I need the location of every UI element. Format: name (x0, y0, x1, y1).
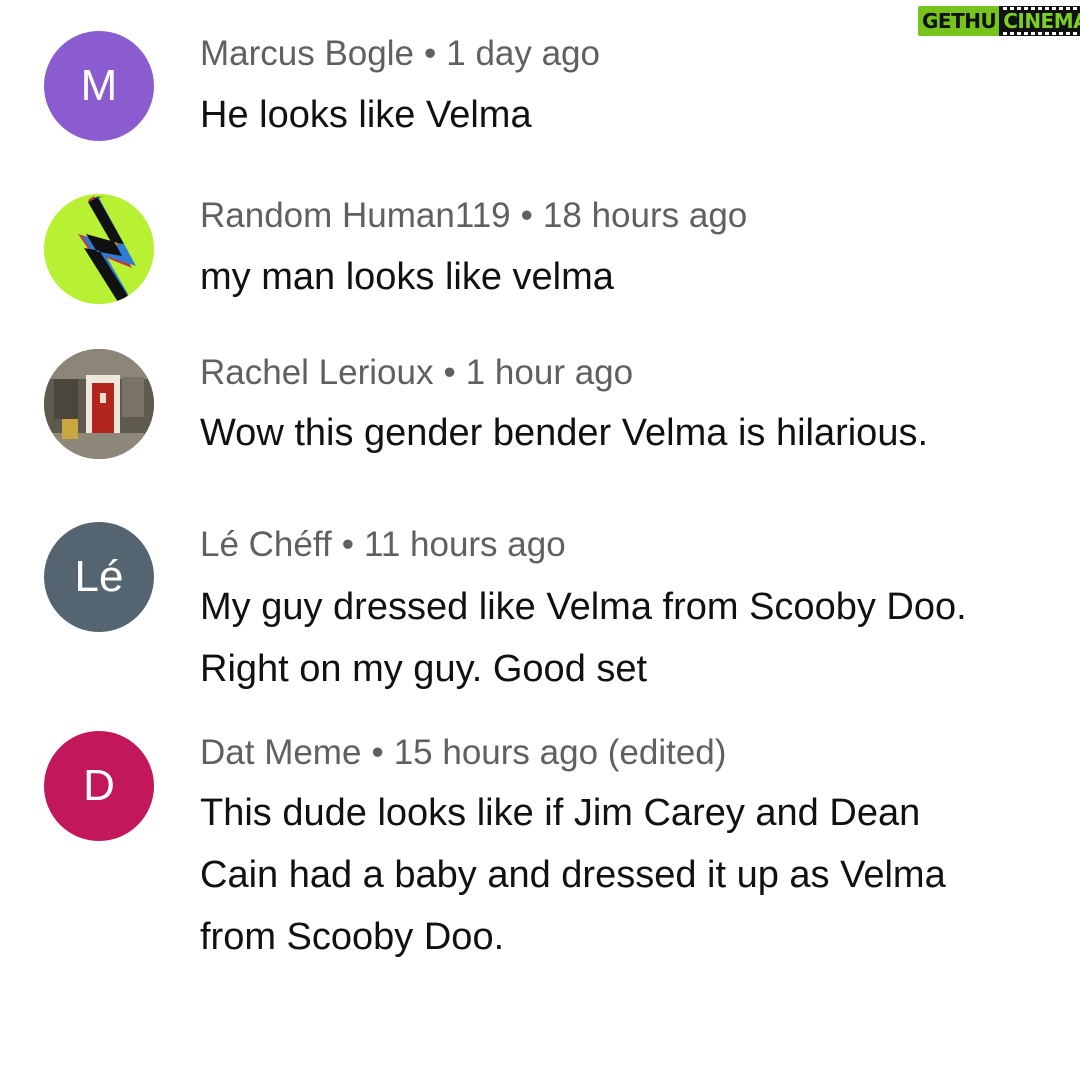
comment-author[interactable]: Rachel Lerioux (200, 353, 433, 392)
comment-author[interactable]: Lé Chéff (200, 525, 332, 564)
comment-text: my man looks like velma (200, 246, 1050, 308)
comment-text: He looks like Velma (200, 84, 1050, 146)
comment-text: My guy dressed like Velma from Scooby Do… (200, 576, 1050, 700)
comment-meta: Marcus Bogle • 1 day ago (200, 36, 600, 71)
comment-line: Wow this gender bender Velma is hilariou… (200, 412, 929, 454)
separator-dot: • (520, 196, 533, 235)
comment-author[interactable]: Random Human119 (200, 196, 511, 235)
avatar-letter: M (80, 61, 118, 110)
comment-line: He looks like Velma (200, 94, 532, 136)
avatar[interactable]: Lé (44, 522, 154, 632)
comment-text: This dude looks like if Jim Carey and De… (200, 782, 1050, 968)
watermark-part-2: CINEMA (999, 6, 1080, 36)
comment-line: my man looks like velma (200, 256, 614, 298)
comment-line: This dude looks like if Jim Carey and De… (200, 792, 921, 834)
comment-time: 11 hours ago (363, 525, 566, 564)
avatar[interactable]: M (44, 31, 154, 141)
avatar[interactable] (44, 194, 154, 304)
comment-line: Cain had a baby and dressed it up as Vel… (200, 854, 946, 896)
separator-dot: • (371, 733, 384, 772)
watermark-part-1: GETHU (918, 6, 1000, 36)
comment-meta: Dat Meme • 15 hours ago (edited) (200, 735, 726, 770)
comment-meta: Rachel Lerioux • 1 hour ago (200, 355, 633, 390)
red-door-photo (44, 349, 154, 459)
avatar-letter: Lé (74, 552, 124, 601)
comment-time: 18 hours ago (542, 196, 748, 235)
comment-line: from Scooby Doo. (200, 916, 505, 958)
avatar[interactable]: D (44, 731, 154, 841)
separator-dot: • (443, 353, 456, 392)
comment-time: 1 day ago (446, 34, 600, 73)
separator-dot: • (341, 525, 354, 564)
comment-text: Wow this gender bender Velma is hilariou… (200, 402, 1050, 464)
comment-line: My guy dressed like Velma from Scooby Do… (200, 586, 967, 628)
avatar[interactable] (44, 349, 154, 459)
watermark-logo: GETHU CINEMA (918, 6, 1080, 36)
separator-dot: • (423, 34, 437, 73)
comment-author[interactable]: Dat Meme (200, 733, 361, 772)
lightning-bolt-icon (44, 194, 154, 304)
comment-time: 15 hours ago (edited) (393, 733, 727, 772)
comment-line: Right on my guy. Good set (200, 648, 648, 690)
comment-meta: Lé Chéff • 11 hours ago (200, 527, 566, 562)
avatar-letter: D (83, 761, 115, 810)
comment-meta: Random Human119 • 18 hours ago (200, 198, 747, 233)
comment-time: 1 hour ago (465, 353, 634, 392)
comment-author[interactable]: Marcus Bogle (200, 34, 414, 73)
